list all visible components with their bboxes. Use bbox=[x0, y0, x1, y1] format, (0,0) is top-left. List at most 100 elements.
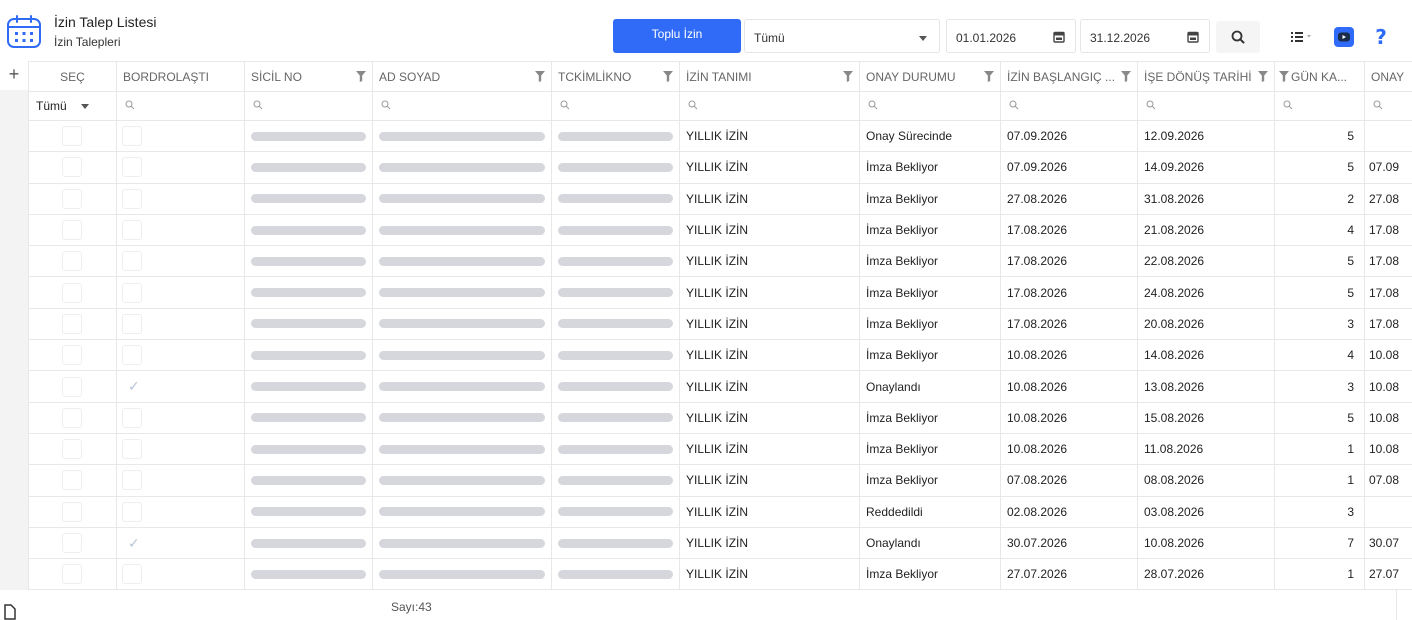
filter-icon[interactable] bbox=[984, 71, 994, 82]
calendar-icon[interactable] bbox=[1053, 31, 1065, 43]
select-cell[interactable] bbox=[28, 526, 117, 560]
select-cell[interactable] bbox=[28, 307, 117, 341]
row-select-checkbox[interactable] bbox=[62, 564, 82, 585]
filter-cell-leave-start[interactable] bbox=[1000, 91, 1138, 121]
table-row[interactable]: YILLIK İZİN İmza Bekliyor 17.08.2026 21.08.… bbox=[28, 213, 1412, 247]
export-document-icon[interactable] bbox=[4, 604, 16, 620]
select-cell[interactable] bbox=[28, 432, 117, 466]
row-select-checkbox[interactable] bbox=[62, 157, 82, 178]
table-row[interactable]: ✓ YILLIK İZİN Onaylandı 10.08.2026 13.08.202… bbox=[28, 370, 1412, 403]
filter-cell-approval-status[interactable] bbox=[859, 91, 1001, 121]
table-row[interactable]: YILLIK İZİN İmza Bekliyor 07.08.2026 08.08.… bbox=[28, 464, 1412, 497]
row-select-checkbox[interactable] bbox=[62, 533, 82, 553]
select-cell[interactable] bbox=[28, 495, 117, 528]
row-select-checkbox[interactable] bbox=[62, 407, 82, 428]
table-row[interactable]: YILLIK İZİN İmza Bekliyor 10.08.2026 11.08.… bbox=[28, 432, 1412, 466]
status-select[interactable]: Tümü bbox=[744, 19, 940, 53]
filter-icon[interactable] bbox=[1279, 70, 1289, 82]
filter-cell-leave-type[interactable] bbox=[679, 91, 860, 121]
bulk-leave-button[interactable]: Toplu İzin bbox=[613, 19, 741, 53]
select-filter-dropdown[interactable]: Tümü bbox=[28, 91, 117, 121]
column-header-leave-type[interactable]: İZİN TANIMI bbox=[679, 61, 860, 92]
row-select-checkbox[interactable] bbox=[62, 282, 82, 303]
help-button[interactable]: ? bbox=[1366, 20, 1396, 54]
filter-icon[interactable] bbox=[535, 71, 545, 82]
tc-id-cell bbox=[551, 339, 680, 372]
table-row[interactable]: YILLIK İZİN İmza Bekliyor 17.08.2026 22.08.… bbox=[28, 245, 1412, 278]
row-select-checkbox[interactable] bbox=[62, 126, 82, 147]
list-options-button[interactable] bbox=[1274, 21, 1328, 53]
filter-cell-tc-id[interactable] bbox=[551, 91, 680, 121]
search-icon bbox=[868, 100, 878, 110]
full-name-cell bbox=[372, 276, 552, 309]
column-header-leave-start[interactable]: İZİN BAŞLANGIÇ ... bbox=[1000, 61, 1138, 92]
masked-value bbox=[251, 319, 366, 329]
filter-cell-registry-no[interactable] bbox=[244, 91, 373, 121]
row-select-checkbox[interactable] bbox=[62, 376, 82, 397]
row-select-checkbox[interactable] bbox=[62, 251, 82, 272]
column-header-day-count[interactable]: GÜN KA... bbox=[1274, 61, 1365, 92]
table-row[interactable]: YILLIK İZİN İmza Bekliyor 17.08.2026 24.08.… bbox=[28, 276, 1412, 309]
video-help-button[interactable] bbox=[1334, 27, 1354, 47]
select-cell[interactable] bbox=[28, 119, 117, 153]
select-cell[interactable] bbox=[28, 339, 117, 372]
column-header-return-date[interactable]: İŞE DÖNÜŞ TARİHİ bbox=[1137, 61, 1275, 92]
filter-icon[interactable] bbox=[356, 71, 366, 82]
filter-cell-return-date[interactable] bbox=[1137, 91, 1275, 121]
row-select-checkbox[interactable] bbox=[62, 188, 82, 209]
filter-icon[interactable] bbox=[843, 71, 853, 82]
payroll-cell bbox=[116, 558, 245, 591]
filter-icon[interactable] bbox=[663, 71, 673, 82]
calendar-icon[interactable] bbox=[1187, 31, 1199, 43]
table-row[interactable]: YILLIK İZİN Reddedildi 02.08.2026 03.08.202… bbox=[28, 495, 1412, 528]
filter-cell-full-name[interactable] bbox=[372, 91, 552, 121]
approval-status-cell: İmza Bekliyor bbox=[859, 213, 1001, 247]
table-row[interactable]: YILLIK İZİN İmza Bekliyor 27.08.2026 31.08.… bbox=[28, 182, 1412, 215]
select-cell[interactable] bbox=[28, 464, 117, 497]
search-button[interactable] bbox=[1216, 21, 1260, 53]
select-cell[interactable] bbox=[28, 151, 117, 184]
column-header-payroll[interactable]: BORDROLAŞTI bbox=[116, 61, 245, 92]
filter-icon[interactable] bbox=[1121, 71, 1131, 82]
select-cell[interactable] bbox=[28, 401, 117, 434]
chevron-down-icon bbox=[80, 104, 89, 110]
row-select-checkbox[interactable] bbox=[62, 313, 82, 334]
table-row[interactable]: YILLIK İZİN İmza Bekliyor 07.09.2026 14.09.… bbox=[28, 151, 1412, 184]
table-row[interactable]: YILLIK İZİN İmza Bekliyor 17.08.2026 20.08.… bbox=[28, 307, 1412, 341]
masked-value bbox=[251, 162, 366, 172]
column-header-tc-id[interactable]: TCKİMLİKNO bbox=[551, 61, 680, 92]
column-header-approval[interactable]: ONAY bbox=[1364, 61, 1412, 92]
approval-date-cell: 27.07 bbox=[1364, 558, 1412, 591]
table-row[interactable]: YILLIK İZİN İmza Bekliyor 10.08.2026 15.08.… bbox=[28, 401, 1412, 434]
table-row[interactable]: YILLIK İZİN Onay Sürecinde 07.09.2026 12.09… bbox=[28, 119, 1412, 153]
column-header-select[interactable]: SEÇ bbox=[28, 61, 117, 92]
select-cell[interactable] bbox=[28, 370, 117, 403]
add-row-button[interactable]: + bbox=[0, 61, 28, 90]
filter-icon[interactable] bbox=[1258, 71, 1268, 82]
row-select-checkbox[interactable] bbox=[62, 501, 82, 522]
column-header-full-name[interactable]: AD SOYAD bbox=[372, 61, 552, 92]
header-row: SEÇ BORDROLAŞTI SİCİL NO AD SOYAD TCKİML… bbox=[28, 61, 1412, 92]
row-select-checkbox[interactable] bbox=[62, 220, 82, 241]
row-select-checkbox[interactable] bbox=[62, 439, 82, 460]
select-cell[interactable] bbox=[28, 213, 117, 247]
select-cell[interactable] bbox=[28, 276, 117, 309]
select-cell[interactable] bbox=[28, 182, 117, 215]
filter-cell-approval[interactable] bbox=[1364, 91, 1412, 121]
select-cell[interactable] bbox=[28, 558, 117, 591]
filter-cell-day-count[interactable] bbox=[1274, 91, 1365, 121]
row-select-checkbox[interactable] bbox=[62, 345, 82, 366]
table-row[interactable]: YILLIK İZİN İmza Bekliyor 10.08.2026 14.08.… bbox=[28, 339, 1412, 372]
approval-date-cell: 17.08 bbox=[1364, 276, 1412, 309]
column-header-approval-status[interactable]: ONAY DURUMU bbox=[859, 61, 1001, 92]
select-cell[interactable] bbox=[28, 245, 117, 278]
start-date-input[interactable]: 01.01.2026 bbox=[946, 19, 1076, 53]
end-date-input[interactable]: 31.12.2026 bbox=[1080, 19, 1210, 53]
masked-value bbox=[379, 475, 545, 485]
column-header-registry-no[interactable]: SİCİL NO bbox=[244, 61, 373, 92]
payroll-checkbox bbox=[122, 470, 142, 491]
table-row[interactable]: YILLIK İZİN İmza Bekliyor 27.07.2026 28.07.… bbox=[28, 558, 1412, 591]
row-select-checkbox[interactable] bbox=[62, 470, 82, 491]
table-row[interactable]: ✓ YILLIK İZİN Onaylandı 30.07.2026 10.08.202… bbox=[28, 526, 1412, 560]
filter-cell-payroll[interactable] bbox=[116, 91, 245, 121]
